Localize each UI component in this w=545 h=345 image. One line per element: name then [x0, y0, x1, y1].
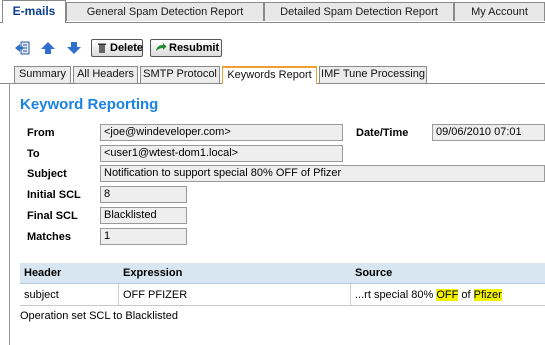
datetime-field: 09/06/2010 07:01 [432, 124, 545, 141]
tab-general-spam-report[interactable]: General Spam Detection Report [66, 2, 264, 21]
tab-emails[interactable]: E-mails [2, 0, 66, 23]
from-label: From [27, 127, 55, 139]
resubmit-arrow-icon [156, 43, 167, 51]
cell-expression: OFF PFIZER [123, 289, 188, 301]
source-highlight-pfizer: Pfizer [473, 289, 502, 301]
source-text-mid: of [458, 289, 474, 301]
delete-button[interactable]: Delete [91, 39, 143, 57]
initial-scl-field: 8 [100, 186, 187, 203]
arrow-up-icon[interactable] [40, 40, 56, 56]
tab-summary[interactable]: Summary [14, 66, 71, 83]
operation-status: Operation set SCL to Blacklisted [20, 310, 178, 322]
cell-header: subject [24, 289, 59, 301]
tab-detailed-spam-report[interactable]: Detailed Spam Detection Report [264, 2, 454, 21]
column-divider [350, 284, 351, 305]
initial-scl-label: Initial SCL [27, 189, 81, 201]
source-highlight-off: OFF [436, 289, 459, 301]
column-header-expression: Expression [123, 267, 183, 279]
source-text-prefix: ...rt special 80% [355, 289, 437, 301]
column-header-source: Source [355, 267, 393, 279]
to-label: To [27, 148, 40, 160]
subject-label: Subject [27, 168, 67, 180]
matches-label: Matches [27, 231, 72, 243]
back-to-list-icon[interactable] [14, 40, 30, 56]
matches-field: 1 [100, 228, 187, 245]
tab-keywords-report[interactable]: Keywords Report [222, 66, 317, 84]
from-field: <joe@windeveloper.com> [100, 124, 343, 141]
final-scl-field: Blacklisted [100, 207, 187, 224]
final-scl-label: Final SCL [27, 210, 78, 222]
top-tab-bar: E-mails General Spam Detection Report De… [0, 0, 545, 23]
tab-smtp-protocol[interactable]: SMTP Protocol [140, 66, 220, 83]
tab-all-headers[interactable]: All Headers [73, 66, 138, 83]
arrow-down-icon[interactable] [66, 40, 82, 56]
column-header-header: Header [24, 267, 62, 279]
page-title: Keyword Reporting [20, 96, 159, 113]
trash-icon [98, 43, 106, 53]
table-row: subject OFF PFIZER ...rt special 80% OFF… [20, 284, 545, 306]
tab-imf-tune-processing[interactable]: IMF Tune Processing [319, 66, 427, 83]
report-tab-bar: Summary All Headers SMTP Protocol Keywor… [0, 66, 545, 84]
cell-source: ...rt special 80% OFF of Pfizer [355, 289, 502, 301]
tab-my-account[interactable]: My Account [454, 2, 545, 21]
to-field: <user1@wtest-dom1.local> [100, 145, 343, 162]
column-divider [118, 284, 119, 305]
table-header-row: Header Expression Source [20, 263, 545, 284]
delete-button-label: Delete [110, 42, 144, 54]
resubmit-button[interactable]: Resubmit [150, 39, 222, 57]
datetime-label: Date/Time [356, 127, 409, 139]
subject-field: Notification to support special 80% OFF … [100, 165, 545, 182]
resubmit-button-label: Resubmit [169, 42, 220, 54]
